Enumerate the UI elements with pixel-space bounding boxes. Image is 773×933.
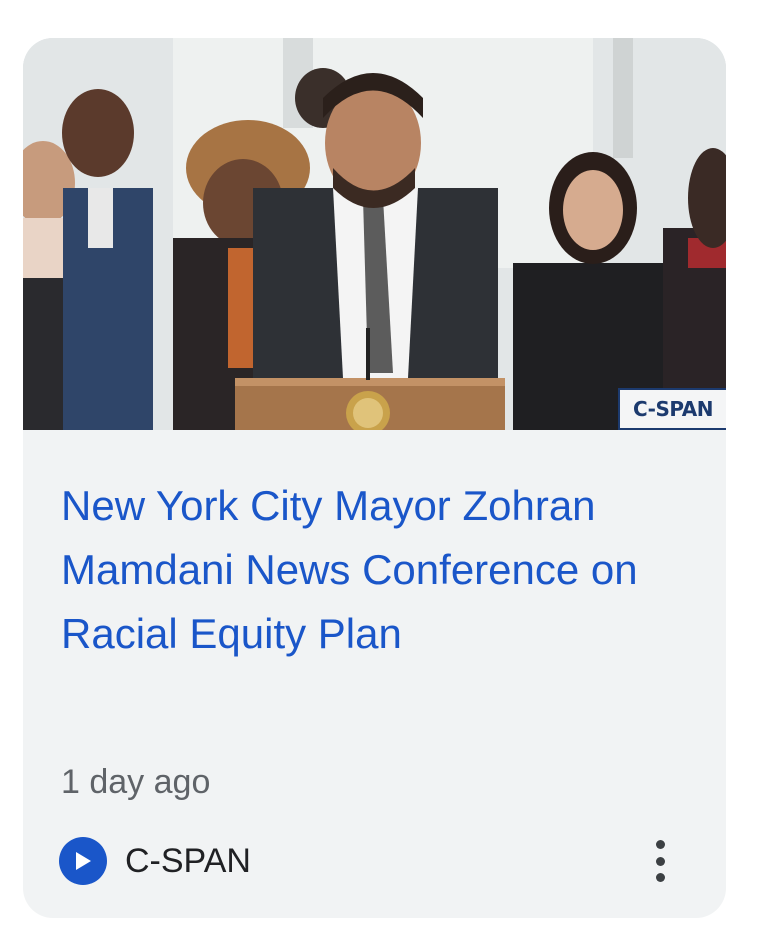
source-row[interactable]: C-SPAN [59,837,251,885]
more-dot [655,856,665,866]
time-ago: 1 day ago [61,763,211,801]
video-title-link[interactable]: New York City Mayor Zohran Mamdani News … [61,474,681,666]
thumbnail-image [23,38,726,430]
more-dot [655,840,665,849]
cspan-watermark: C-SPAN [618,388,726,430]
video-result-card[interactable]: C-SPAN New York City Mayor Zohran Mamdan… [23,38,726,918]
source-name: C-SPAN [125,842,251,880]
more-vert-icon[interactable] [645,836,675,886]
more-dot [655,873,665,882]
play-icon [59,837,107,885]
video-thumbnail[interactable]: C-SPAN [23,38,726,430]
